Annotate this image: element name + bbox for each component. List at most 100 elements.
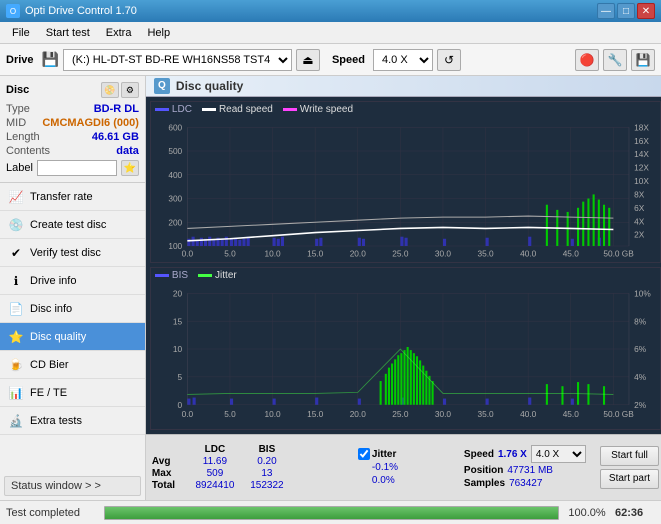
- minimize-button[interactable]: —: [597, 3, 615, 19]
- action-buttons: Start full Start part: [600, 446, 659, 489]
- status-window-button[interactable]: Status window > >: [4, 476, 141, 496]
- speed-value-stat: 1.76 X: [498, 449, 527, 460]
- svg-text:35.0: 35.0: [477, 249, 494, 258]
- svg-text:25.0: 25.0: [392, 249, 409, 258]
- nav-label-disc-quality: Disc quality: [30, 331, 86, 343]
- svg-text:2%: 2%: [634, 401, 647, 410]
- disc-quality-title: Disc quality: [176, 79, 243, 93]
- app-title: Opti Drive Control 1.70: [25, 5, 137, 17]
- toolbar-btn-2[interactable]: 🔧: [603, 49, 627, 71]
- disc-quality-header-icon: Q: [154, 78, 170, 94]
- disc-icon-1[interactable]: 📀: [101, 82, 119, 98]
- svg-text:8%: 8%: [634, 318, 647, 327]
- svg-text:6X: 6X: [634, 204, 645, 213]
- svg-text:20: 20: [173, 290, 183, 299]
- nav-item-verify-test-disc[interactable]: ✔ Verify test disc: [0, 239, 145, 267]
- nav-item-fe-te[interactable]: 📊 FE / TE: [0, 379, 145, 407]
- statusbar: Test completed 100.0% 62:36: [0, 500, 661, 524]
- start-full-button[interactable]: Start full: [600, 446, 659, 466]
- stat-avg-label: Avg: [152, 456, 188, 467]
- chart1-wrapper: LDC Read speed Write speed: [150, 101, 661, 263]
- refresh-button[interactable]: ↺: [437, 49, 461, 71]
- toolbar-btn-1[interactable]: 🔴: [575, 49, 599, 71]
- nav-label-drive-info: Drive info: [30, 275, 76, 287]
- svg-text:40.0: 40.0: [520, 249, 537, 258]
- create-test-disc-icon: 💿: [8, 217, 24, 233]
- stats-bar: LDC BIS Avg 11.69 0.20 Max 509 13 Total …: [146, 434, 661, 500]
- progress-pct: 100.0%: [567, 507, 607, 519]
- disc-quality-icon: ⭐: [8, 329, 24, 345]
- drive-select[interactable]: (K:) HL-DT-ST BD-RE WH16NS58 TST4: [63, 49, 292, 71]
- extra-tests-icon: 🔬: [8, 413, 24, 429]
- nav-item-cd-bier[interactable]: 🍺 CD Bier: [0, 351, 145, 379]
- stat-total-bis: 152322: [242, 480, 292, 491]
- titlebar: O Opti Drive Control 1.70 — □ ✕: [0, 0, 661, 22]
- read-speed-legend: Read speed: [202, 104, 273, 115]
- svg-text:16X: 16X: [634, 137, 649, 146]
- nav-item-create-test-disc[interactable]: 💿 Create test disc: [0, 211, 145, 239]
- svg-text:6%: 6%: [634, 345, 647, 354]
- start-part-button[interactable]: Start part: [600, 469, 659, 489]
- eject-button[interactable]: ⏏: [296, 49, 320, 71]
- svg-text:45.0: 45.0: [563, 249, 580, 258]
- col-header-bis: BIS: [242, 444, 292, 455]
- menu-file[interactable]: File: [4, 25, 38, 41]
- nav-item-disc-quality[interactable]: ⭐ Disc quality: [0, 323, 145, 351]
- svg-text:5: 5: [177, 373, 182, 382]
- disc-label-btn[interactable]: ⭐: [121, 160, 139, 176]
- samples-value: 763427: [509, 478, 542, 489]
- toolbar-btn-3[interactable]: 💾: [631, 49, 655, 71]
- speed-label: Speed: [332, 54, 365, 66]
- nav-item-drive-info[interactable]: ℹ Drive info: [0, 267, 145, 295]
- charts-container: LDC Read speed Write speed: [146, 97, 661, 434]
- status-text: Test completed: [6, 507, 96, 519]
- nav-section: 📈 Transfer rate 💿 Create test disc ✔ Ver…: [0, 183, 145, 472]
- speed-select-stat[interactable]: 1.0 X2.0 X4.0 X8.0 X: [531, 445, 586, 463]
- nav-item-transfer-rate[interactable]: 📈 Transfer rate: [0, 183, 145, 211]
- jitter-checkbox[interactable]: [358, 448, 370, 460]
- maximize-button[interactable]: □: [617, 3, 635, 19]
- app-icon: O: [6, 4, 20, 18]
- menu-extra[interactable]: Extra: [98, 25, 140, 41]
- svg-text:100: 100: [168, 242, 182, 251]
- svg-text:5.0: 5.0: [224, 249, 236, 258]
- position-label: Position: [464, 465, 503, 476]
- close-button[interactable]: ✕: [637, 3, 655, 19]
- drive-info-icon: ℹ: [8, 273, 24, 289]
- svg-text:10.0: 10.0: [264, 249, 281, 258]
- svg-text:15.0: 15.0: [307, 410, 324, 419]
- speed-select[interactable]: 1.0 X 2.0 X 4.0 X 6.0 X 8.0 X: [373, 49, 433, 71]
- nav-item-disc-info[interactable]: 📄 Disc info: [0, 295, 145, 323]
- jitter-legend: Jitter: [198, 270, 237, 281]
- svg-text:25.0: 25.0: [392, 410, 409, 419]
- svg-text:30.0: 30.0: [435, 410, 452, 419]
- nav-item-extra-tests[interactable]: 🔬 Extra tests: [0, 407, 145, 435]
- svg-text:10.0: 10.0: [264, 410, 281, 419]
- nav-label-disc-info: Disc info: [30, 303, 72, 315]
- sidebar: Disc 📀 ⚙ Type BD-R DL MID CMCMAGDI6 (000…: [0, 76, 146, 500]
- cd-bier-icon: 🍺: [8, 357, 24, 373]
- svg-text:50.0 GB: 50.0 GB: [603, 410, 634, 419]
- disc-length-label: Length: [6, 131, 40, 143]
- svg-text:20.0: 20.0: [350, 249, 367, 258]
- svg-text:2X: 2X: [634, 231, 645, 240]
- disc-icon-2[interactable]: ⚙: [121, 82, 139, 98]
- menu-start-test[interactable]: Start test: [38, 25, 98, 41]
- stat-avg-ldc: 11.69: [190, 456, 240, 467]
- svg-text:8X: 8X: [634, 190, 645, 199]
- progress-container: [104, 506, 559, 520]
- svg-text:4X: 4X: [634, 217, 645, 226]
- disc-label-input[interactable]: [37, 160, 117, 176]
- content-area: Q Disc quality LDC Read speed: [146, 76, 661, 500]
- jitter-label: Jitter: [372, 449, 396, 460]
- svg-text:10: 10: [173, 345, 183, 354]
- disc-section-title: Disc: [6, 84, 29, 96]
- disc-length-value: 46.61 GB: [92, 131, 139, 143]
- disc-mid-value: CMCMAGDI6 (000): [42, 117, 139, 129]
- menu-help[interactable]: Help: [139, 25, 178, 41]
- write-speed-legend: Write speed: [283, 104, 353, 115]
- disc-contents-value: data: [116, 145, 139, 157]
- chart1-svg: 600 500 400 300 200 100 18X 16X 14X 12X …: [151, 117, 660, 261]
- nav-label-transfer-rate: Transfer rate: [30, 191, 93, 203]
- jitter-avg: -0.1%: [358, 462, 458, 473]
